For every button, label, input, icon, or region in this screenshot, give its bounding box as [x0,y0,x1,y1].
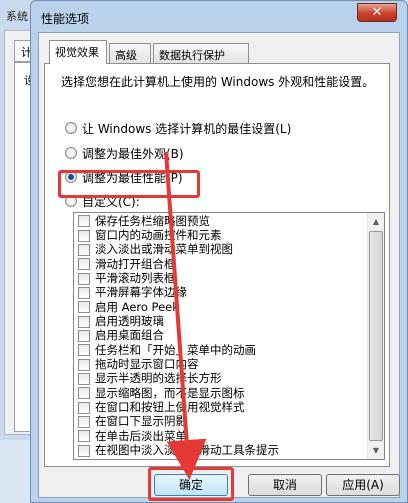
close-button[interactable]: ✕ [357,3,397,22]
visual-effects-panel: 选择您想在此计算机上使用的 Windows 外观和性能设置。 让 Windows… [44,63,390,467]
checkbox[interactable] [78,286,90,299]
checklist-item[interactable]: 启用 Aero Peek [74,300,367,314]
checklist-item-label: 在窗口下显示阴影 [95,414,187,429]
checklist-item[interactable]: 在视图中淡入淡出或滑动工具条提示 [74,444,367,458]
annotation-highlight-best-performance [58,170,200,198]
checkbox[interactable] [78,329,90,342]
dialog-title: 性能选项 [41,12,90,26]
background-window-title: 系统 [6,10,28,23]
checklist-item[interactable]: 淡入淡出或滑动菜单到视图 [74,243,367,257]
checklist-item-label: 启用透明玻璃 [95,314,164,329]
checklist-item-label: 窗口内的动画控件和元素 [95,228,222,243]
checklist-item-label: 启用桌面组合 [95,328,164,343]
checklist-item-label: 平滑屏幕字体边缘 [95,285,187,300]
radio-label: 调整为最佳外观(B) [82,146,184,161]
checkbox[interactable] [78,387,90,400]
checklist-item-label: 拖动时显示窗口内容 [95,357,199,372]
checklist-item-label: 在单击后淡出菜单 [95,429,187,443]
checkbox[interactable] [78,272,90,285]
checklist-item[interactable]: 在单击后淡出菜单 [74,429,367,443]
checklist-item[interactable]: 任务栏和「开始」菜单中的动画 [74,343,367,357]
checklist-item-label: 显示缩略图，而不是显示图标 [95,386,245,400]
checklist-item[interactable]: 窗口内的动画控件和元素 [74,228,367,242]
checklist-item[interactable]: 启用透明玻璃 [74,314,367,328]
checklist-item-label: 滑动打开组合框 [95,257,176,271]
checklist-item-label: 在窗口和按钮上使用视觉样式 [95,400,245,415]
close-icon: ✕ [371,5,383,20]
checklist-item-label: 在鼠标指针下显示阴影 [95,458,210,459]
radio-button[interactable] [65,122,77,134]
radio-let-windows-choose[interactable]: 让 Windows 选择计算机的最佳设置(L) [65,119,291,137]
cancel-button[interactable]: 取消 [248,474,322,496]
checkbox[interactable] [78,243,90,256]
checklist-item[interactable]: 平滑屏幕字体边缘 [74,286,367,300]
apply-button[interactable]: 应用(A) [326,474,400,496]
checklist-item[interactable]: 启用桌面组合 [74,329,367,343]
checkbox[interactable] [78,358,90,371]
radio-best-appearance[interactable]: 调整为最佳外观(B) [65,144,184,162]
checklist-item[interactable]: 滑动打开组合框 [74,257,367,271]
checkbox[interactable] [78,430,90,443]
panel-description: 选择您想在此计算机上使用的 Windows 外观和性能设置。 [61,75,375,89]
scroll-up-icon[interactable]: ▲ [368,213,384,230]
checklist-item-label: 显示半透明的选择长方形 [95,371,222,386]
checklist-item[interactable]: 显示半透明的选择长方形 [74,372,367,386]
checklist-scrollbar[interactable]: ▲ ▼ [367,213,384,459]
checklist-item-label: 启用 Aero Peek [95,300,179,314]
checkbox[interactable] [78,444,90,457]
checkbox[interactable] [78,344,90,357]
tab-visual-effects[interactable]: 视觉效果 [49,40,107,64]
checklist-item-label: 任务栏和「开始」菜单中的动画 [95,343,256,357]
checklist-item-label: 在视图中淡入淡出或滑动工具条提示 [95,443,279,458]
checklist-item[interactable]: 保存任务栏缩略图预览 [74,214,367,228]
tab-data-execution-prevention[interactable]: 数据执行保护 [153,43,249,63]
checkbox[interactable] [78,215,90,228]
checkbox[interactable] [78,415,90,428]
checkbox[interactable] [78,301,90,314]
checklist-item[interactable]: 在鼠标指针下显示阴影 [74,458,367,460]
checkbox[interactable] [78,401,90,414]
tab-advanced[interactable]: 高级 [109,43,151,63]
dialog-client-area: 视觉效果 高级 数据执行保护 选择您想在此计算机上使用的 Windows 外观和… [38,32,400,501]
radio-button[interactable] [65,147,77,159]
visual-effects-checklist[interactable]: 保存任务栏缩略图预览 窗口内的动画控件和元素 淡入淡出或滑动菜单到视图 滑动打开组合框… [73,212,385,460]
checklist-item[interactable]: 平滑滚动列表框 [74,271,367,285]
scrollbar-thumb[interactable] [369,231,383,441]
checklist-item-label: 平滑滚动列表框 [95,271,176,286]
radio-label: 让 Windows 选择计算机的最佳设置(L) [82,121,292,136]
scroll-down-icon[interactable]: ▼ [368,442,384,459]
checkbox[interactable] [78,229,90,242]
checklist-item[interactable]: 拖动时显示窗口内容 [74,357,367,371]
checkbox[interactable] [78,258,90,271]
performance-options-dialog: 性能选项 ✕ 视觉效果 高级 数据执行保护 选择您想在此计算机上使用的 Wind… [30,0,408,503]
checklist-item-label: 淡入淡出或滑动菜单到视图 [95,242,233,257]
checklist-item[interactable]: 在窗口和按钮上使用视觉样式 [74,400,367,414]
checklist-items: 保存任务栏缩略图预览 窗口内的动画控件和元素 淡入淡出或滑动菜单到视图 滑动打开组合框… [74,214,367,460]
checkbox[interactable] [78,315,90,328]
checkbox[interactable] [78,459,90,460]
checklist-item[interactable]: 在窗口下显示阴影 [74,415,367,429]
dialog-titlebar[interactable]: 性能选项 ✕ [31,1,407,31]
checklist-item-label: 保存任务栏缩略图预览 [95,214,210,228]
checklist-item[interactable]: 显示缩略图，而不是显示图标 [74,386,367,400]
checkbox[interactable] [78,372,90,385]
ok-button[interactable]: 确定 [154,474,228,496]
